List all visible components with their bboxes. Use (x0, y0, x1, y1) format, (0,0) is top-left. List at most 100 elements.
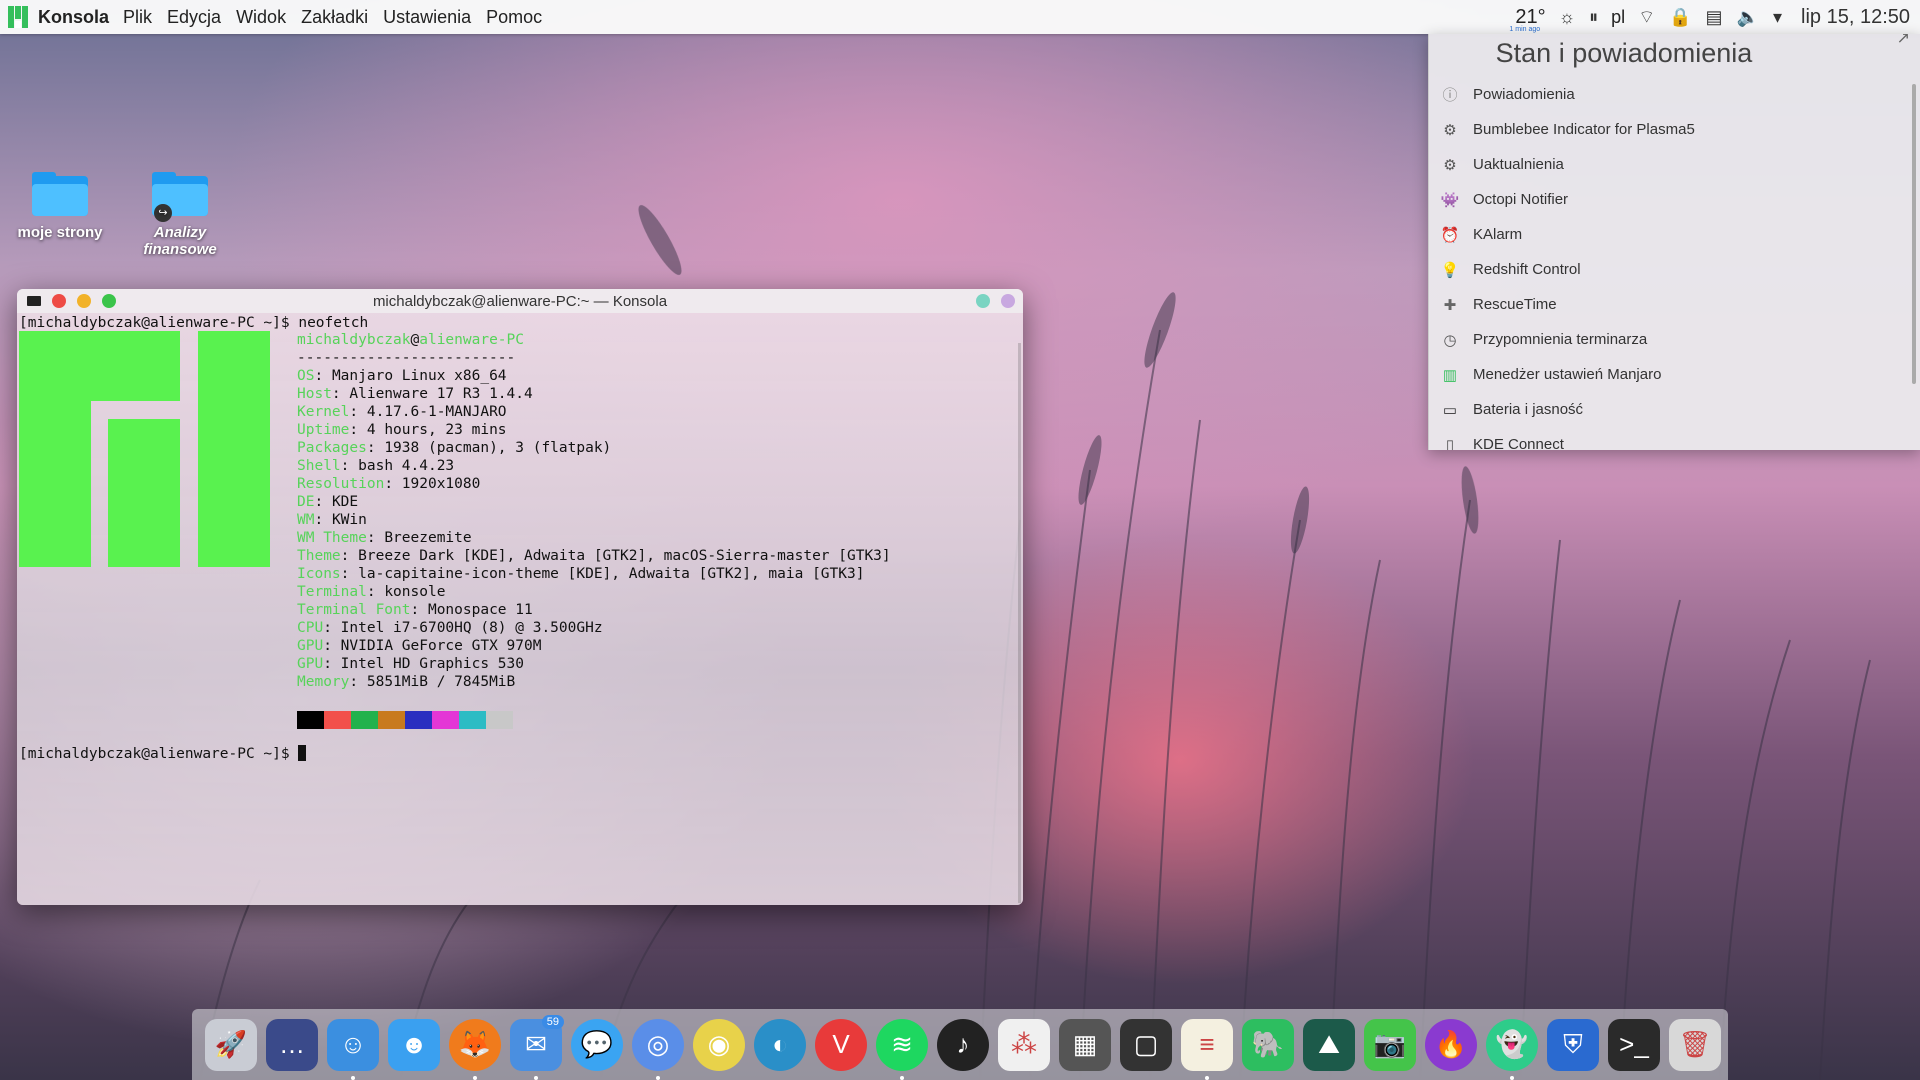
window-menu-icon[interactable] (27, 296, 41, 306)
system-tray: 21° 1 min ago ☼ ⏸ pl ⌔ 🔒 ▤ 🔈 ▾ lip 15, 1… (1509, 0, 1920, 34)
terminal-icon[interactable]: >_ (1608, 1018, 1660, 1071)
manjaro-logo-icon[interactable] (8, 6, 28, 28)
clipboard-icon[interactable]: ▤ (1706, 7, 1723, 28)
chrome-icon[interactable]: ◉ (693, 1018, 745, 1071)
menu-help[interactable]: Pomoc (486, 7, 542, 28)
dock-glyph: 👻 (1495, 1029, 1529, 1059)
dock: 🚀 … ☺ ☻ 🦊 ✉ 59 💬 ◎ ◉ ◐ V ≋ ♪ ⁂ ▦ ▢ ≡ 🐘 ⛰ 📷 🔥 👻 ⛨ >_ 🗑 (192, 1009, 1728, 1080)
panel-item-label: RescueTime (1473, 296, 1557, 313)
panel-item-gear[interactable]: ⚙ Uaktualnienia (1429, 147, 1920, 182)
wifi-icon[interactable]: ⌔ (1638, 6, 1655, 29)
neofetch-row: GPU: Intel HD Graphics 530 (297, 656, 524, 672)
messages-icon[interactable]: 💬 (571, 1018, 623, 1071)
launchpad-icon[interactable]: 🚀 (205, 1018, 257, 1071)
window-titlebar[interactable]: michaldybczak@alienware-PC:~ — Konsola (17, 289, 1023, 313)
firefox-icon[interactable]: 🦊 (449, 1018, 501, 1080)
flame-icon[interactable]: 🔥 (1425, 1018, 1477, 1071)
notes-dark-icon[interactable]: ▢ (1120, 1018, 1172, 1071)
tray-expand-icon[interactable]: ▾ (1773, 7, 1782, 28)
panel-item-label: KAlarm (1473, 226, 1523, 243)
dock-glyph: ◐ (772, 1029, 788, 1059)
panel-item-label: Octopi Notifier (1473, 191, 1569, 208)
mail-icon[interactable]: ✉ 59 (510, 1014, 564, 1080)
manjaro-icon: ▥ (1442, 366, 1458, 384)
menu-bookmarks[interactable]: Zakładki (301, 7, 368, 28)
panel-item-alarm[interactable]: ⏰ KAlarm (1429, 217, 1920, 252)
menu-file[interactable]: Plik (123, 7, 152, 28)
desktop-folder-analizy[interactable]: ↪ Analizy finansowe (120, 172, 240, 258)
lock-icon[interactable]: 🔒 (1669, 7, 1691, 28)
evernote-icon[interactable]: 🐘 (1242, 1018, 1294, 1071)
running-indicator (1510, 1075, 1514, 1080)
screenshot-icon[interactable]: 📷 (1364, 1018, 1416, 1071)
dock-glyph: 🐘 (1251, 1029, 1285, 1059)
status-notifications-panel[interactable]: Stan i powiadomienia ↗ ⓘ Powiadomienia ⚙ Bu… (1428, 34, 1920, 450)
clock[interactable]: lip 15, 12:50 (1801, 6, 1910, 29)
menu-settings[interactable]: Ustawienia (383, 7, 471, 28)
maximize-button[interactable] (102, 294, 116, 308)
volume-icon[interactable]: 🔈 (1737, 7, 1759, 28)
panel-item-label: Przypomnienia terminarza (1473, 331, 1648, 348)
panel-item-rescuetime[interactable]: ✚ RescueTime (1429, 287, 1920, 322)
neofetch-row: WM Theme: Breezemite (297, 530, 472, 546)
neofetch-row: Kernel: 4.17.6-1-MANJARO (297, 404, 507, 420)
keep-above-button[interactable] (976, 294, 990, 308)
dock-glyph: ▦ (1072, 1029, 1098, 1059)
desktop-folder-moje-strony[interactable]: moje strony (0, 172, 120, 241)
asana-icon[interactable]: ⁂ (998, 1018, 1050, 1071)
dock-glyph: ♪ (956, 1029, 970, 1059)
panel-item-manjaro[interactable]: ▥ Menedżer ustawień Manjaro (1429, 357, 1920, 392)
panel-item-bulb[interactable]: 💡 Redshift Control (1429, 252, 1920, 287)
weather-widget[interactable]: 21° 1 min ago (1509, 6, 1545, 33)
app-name[interactable]: Konsola (38, 7, 109, 28)
color-swatch (405, 711, 432, 729)
system-monitor-icon[interactable]: ⛰ (1303, 1018, 1355, 1071)
music-icon[interactable]: ♪ (937, 1018, 989, 1071)
terminal-body[interactable]: [michaldybczak@alienware-PC ~]$ neofetch… (17, 313, 1023, 905)
close-button[interactable] (52, 294, 66, 308)
vivaldi-icon[interactable]: V (815, 1018, 867, 1071)
panel-item-list: ⓘ Powiadomienia ⚙ Bumblebee Indicator for P… (1429, 77, 1920, 450)
minimize-button[interactable] (77, 294, 91, 308)
clock-icon: ◷ (1443, 331, 1457, 349)
wave-browser-icon[interactable]: ◐ (754, 1018, 806, 1071)
color-swatch (378, 711, 405, 729)
gear-icon: ⚙ (1443, 156, 1457, 174)
neofetch-row: Packages: 1938 (pacman), 3 (flatpak) (297, 440, 612, 456)
chromium-icon[interactable]: ◎ (632, 1018, 684, 1080)
shield-icon[interactable]: ⛨ (1547, 1018, 1599, 1071)
bumblebee-icon: ⚙ (1443, 121, 1457, 139)
ghost-icon[interactable]: 👻 (1486, 1018, 1538, 1080)
dock-glyph: 📷 (1373, 1029, 1407, 1059)
konsole-window[interactable]: michaldybczak@alienware-PC:~ — Konsola [… (17, 289, 1023, 905)
menu-edit[interactable]: Edycja (167, 7, 221, 28)
running-indicator (1205, 1075, 1209, 1080)
calculator-icon[interactable]: ▦ (1059, 1018, 1111, 1071)
shade-button[interactable] (1001, 294, 1015, 308)
dock-glyph: ☻ (400, 1029, 428, 1059)
dock-glyph: 🗑 (1678, 1029, 1712, 1059)
terminal-scrollbar[interactable] (1018, 343, 1021, 903)
pin-icon[interactable]: ↗ (1897, 34, 1910, 48)
trash-icon[interactable]: 🗑 (1669, 1018, 1721, 1071)
weather-icon[interactable]: ☼ (1559, 7, 1576, 28)
finder-icon[interactable]: ☺ (327, 1018, 379, 1080)
panel-item-battery[interactable]: ▭ Bateria i jasność (1429, 392, 1920, 427)
running-indicator (656, 1075, 660, 1080)
spotify-icon[interactable]: ≋ (876, 1018, 928, 1080)
panel-item-octopi[interactable]: 👾 Octopi Notifier (1429, 182, 1920, 217)
panel-item-bumblebee[interactable]: ⚙ Bumblebee Indicator for Plasma5 (1429, 112, 1920, 147)
notification-badge: 59 (541, 1014, 564, 1029)
panel-item-clock[interactable]: ◷ Przypomnienia terminarza (1429, 322, 1920, 357)
keyboard-layout[interactable]: pl (1611, 7, 1625, 28)
panel-scrollbar[interactable] (1912, 84, 1916, 384)
dock-glyph: ≋ (891, 1029, 913, 1059)
panel-item-kdeconnect[interactable]: ▯ KDE Connect (1429, 427, 1920, 450)
panel-item-info[interactable]: ⓘ Powiadomienia (1429, 77, 1920, 112)
pause-icon[interactable]: ⏸ (1589, 7, 1598, 28)
finder2-icon[interactable]: ☻ (388, 1018, 440, 1071)
text-editor-icon[interactable]: ≡ (1181, 1018, 1233, 1080)
terminal-prompt-line-current[interactable]: [michaldybczak@alienware-PC ~]$ (19, 745, 307, 762)
menu-view[interactable]: Widok (236, 7, 286, 28)
terminal-dots-icon[interactable]: … (266, 1018, 318, 1071)
